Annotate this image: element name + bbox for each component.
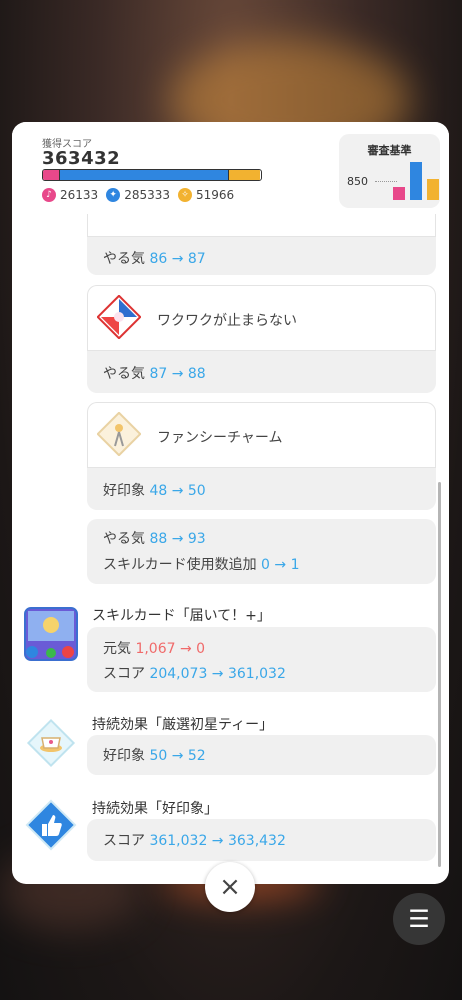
criteria-title: 審査基準 — [367, 144, 412, 157]
score-stats: ♪ 26133 ✦ 285333 ✧ 51966 — [42, 188, 234, 202]
effect-tea-title: 持続効果「厳選初星ティー」 — [92, 717, 274, 733]
stat-dance-value: 285333 — [124, 188, 170, 202]
log-row: やる気 88 → 93 — [103, 528, 206, 548]
row-change: 50 → 52 — [149, 748, 206, 764]
score-bar-visual — [228, 170, 260, 180]
log-row: やる気 86 → 87 — [103, 248, 206, 268]
row-stat: スコア — [103, 833, 145, 849]
row-stat: やる気 — [103, 531, 145, 547]
log-row: スキルカード使用数追加 0 → 1 — [103, 554, 300, 574]
log-item: やる気 86 → 87 — [87, 214, 436, 275]
row-change: 48 → 50 — [149, 483, 206, 499]
log-scroll-area[interactable]: やる気 86 → 87 ワクワクが止まらない やる気 87 → 88 ファンシー… — [12, 214, 449, 884]
criteria-bar-dance — [410, 162, 422, 200]
stat-visual: ✧ 51966 — [178, 188, 234, 202]
row-change: 204,073 → 361,032 — [149, 666, 286, 682]
card-name: ワクワクが止まらない — [157, 313, 297, 329]
effect-good-impression-title: 持続効果「好印象」 — [92, 801, 218, 817]
row-stat: 元気 — [103, 641, 131, 657]
criteria-bar-vocal — [393, 186, 405, 200]
log-item: やる気 88 → 93 スキルカード使用数追加 0 → 1 — [87, 519, 436, 584]
card-name: ファンシーチャーム — [157, 430, 283, 446]
score-value: 363432 — [42, 148, 121, 169]
close-button[interactable]: × — [205, 862, 255, 912]
close-icon: × — [219, 872, 241, 902]
card-icon-fancy-charm — [97, 412, 141, 456]
stat-vocal: ♪ 26133 — [42, 188, 98, 202]
card-icon-wakuwaku — [97, 295, 141, 339]
stat-vocal-value: 26133 — [60, 188, 99, 202]
log-row: 好印象 50 → 52 — [103, 745, 206, 765]
log-item: 好印象 50 → 52 — [87, 735, 436, 775]
row-change: 1,067 → 0 — [135, 641, 206, 657]
log-row: やる気 87 → 88 — [103, 363, 206, 383]
tea-effect-icon — [26, 718, 76, 768]
score-header: 獲得スコア 363432 ♪ 26133 ✦ 285333 ✧ 51966 審査… — [12, 122, 449, 214]
log-item: ファンシーチャーム 好印象 48 → 50 — [87, 402, 436, 510]
log-item: ワクワクが止まらない やる気 87 → 88 — [87, 285, 436, 393]
row-stat: やる気 — [103, 251, 145, 267]
judging-criteria[interactable]: 審査基準 850 — [339, 134, 440, 208]
skill-card-icon — [24, 607, 78, 661]
dance-icon: ✦ — [106, 188, 121, 202]
visual-icon: ✧ — [178, 188, 192, 202]
log-row: スコア 361,032 → 363,432 — [103, 830, 286, 850]
menu-icon: ☰ — [408, 905, 430, 933]
log-item: 元気 1,067 → 0 スコア 204,073 → 361,032 — [87, 627, 436, 692]
stat-visual-value: 51966 — [196, 188, 235, 202]
log-row: 元気 1,067 → 0 — [103, 638, 205, 658]
row-change: 86 → 87 — [149, 251, 206, 267]
row-change: 0 → 1 — [261, 557, 300, 573]
criteria-value: 850 — [347, 175, 368, 188]
menu-button[interactable]: ☰ — [393, 893, 445, 945]
criteria-dotted-line — [375, 181, 397, 182]
criteria-bar-visual — [427, 179, 439, 200]
row-stat: 好印象 — [103, 748, 145, 764]
skill-card-title: スキルカード「届いて！+」 — [92, 608, 271, 624]
scrollbar[interactable] — [438, 482, 441, 867]
thumbs-up-icon — [25, 799, 77, 851]
score-bar — [42, 169, 262, 181]
card-header — [87, 214, 436, 237]
row-change: 361,032 → 363,432 — [149, 833, 286, 849]
score-bar-vocal — [43, 170, 59, 180]
log-row: 好印象 48 → 50 — [103, 480, 206, 500]
stat-dance: ✦ 285333 — [106, 188, 170, 202]
log-row: スコア 204,073 → 361,032 — [103, 663, 286, 683]
score-bar-dance — [58, 170, 229, 180]
log-item: スコア 361,032 → 363,432 — [87, 819, 436, 861]
row-stat: やる気 — [103, 366, 145, 382]
row-stat: スコア — [103, 666, 145, 682]
row-change: 87 → 88 — [149, 366, 206, 382]
vocal-icon: ♪ — [42, 188, 56, 202]
row-stat: 好印象 — [103, 483, 145, 499]
row-change: 88 → 93 — [149, 531, 206, 547]
row-stat: スキルカード使用数追加 — [103, 557, 257, 573]
